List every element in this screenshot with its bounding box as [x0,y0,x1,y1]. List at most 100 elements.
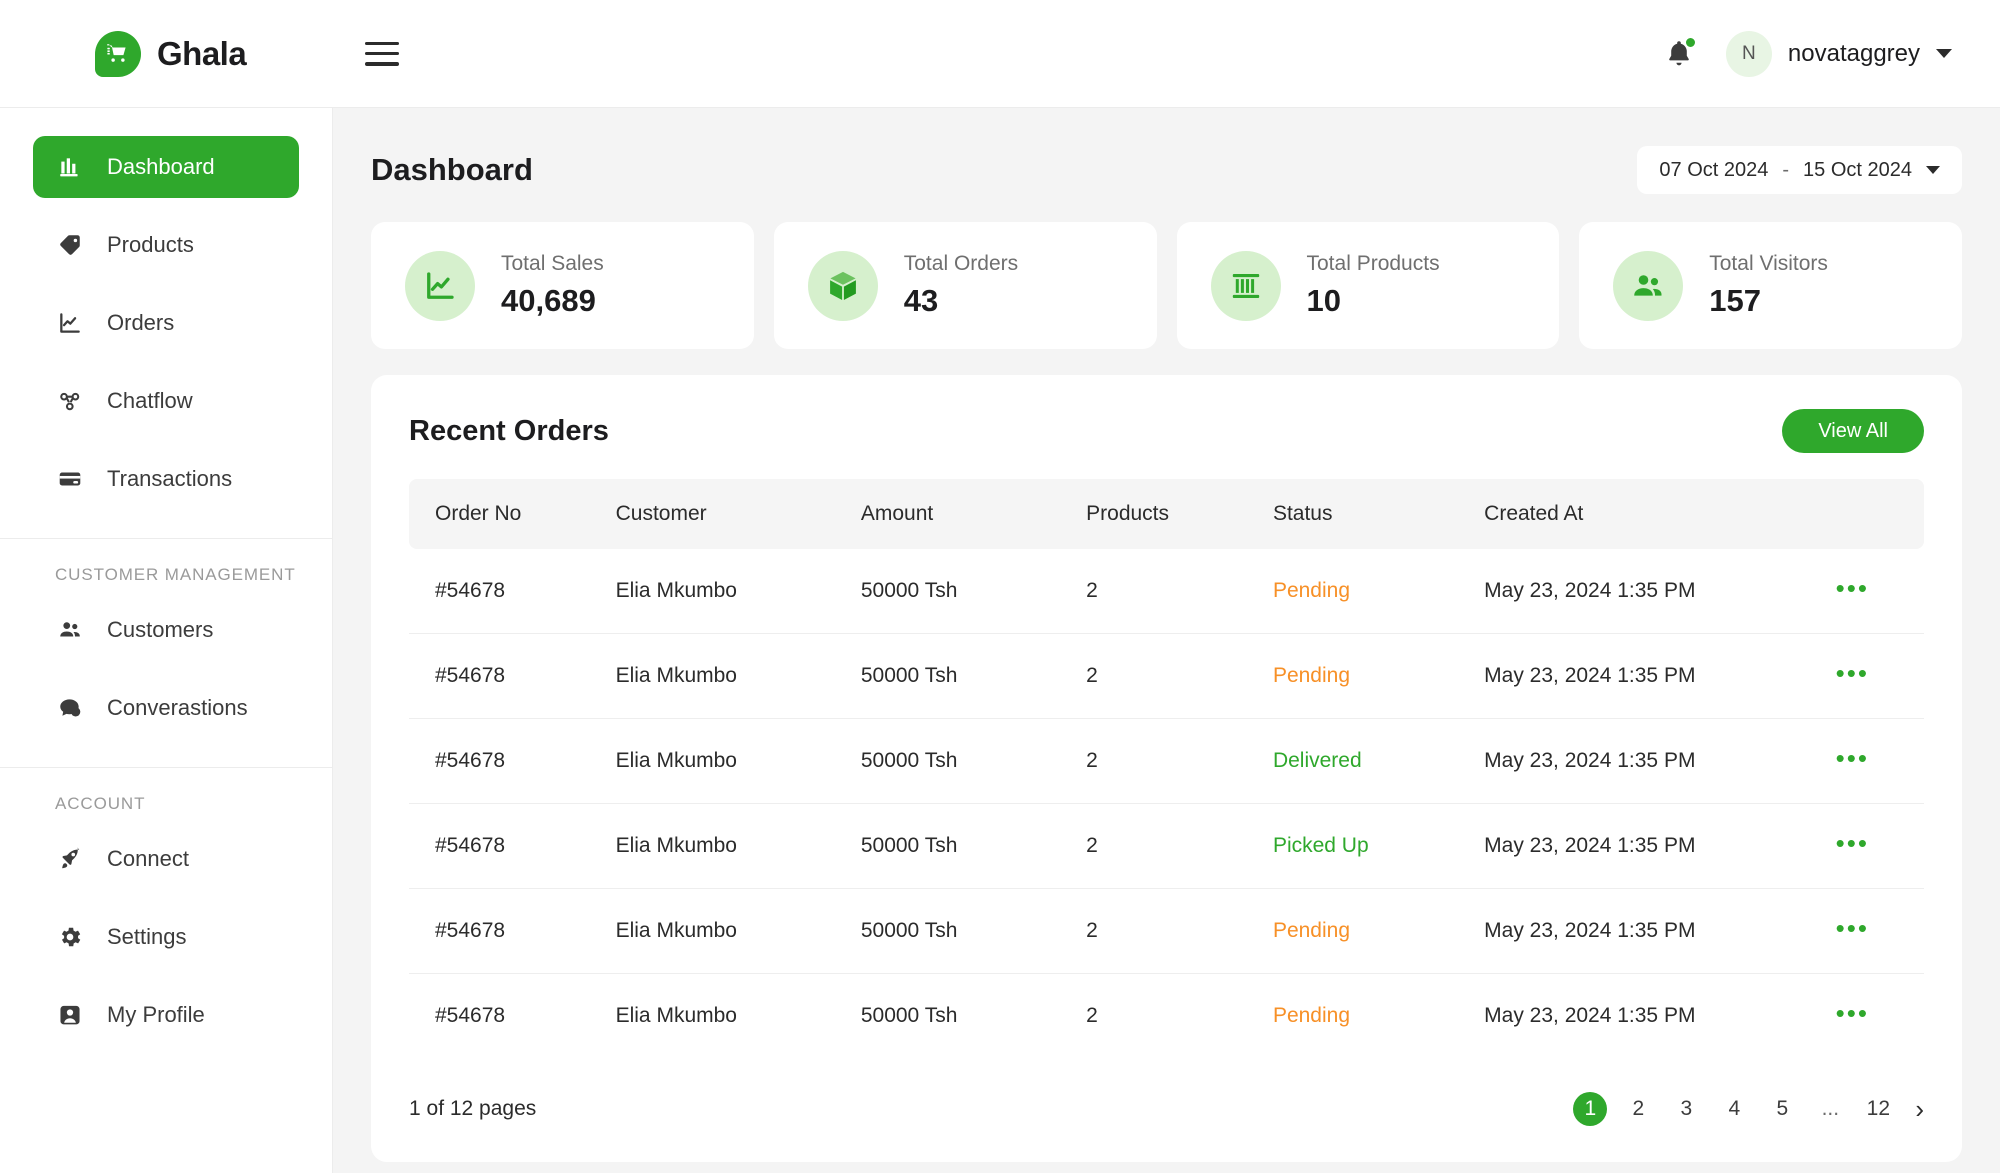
cell-products: 2 [1086,888,1273,974]
cell-order-no: #54678 [409,803,616,889]
sidebar-item-label: Chatflow [107,388,193,413]
page-button-1[interactable]: 1 [1573,1092,1608,1126]
pagination: 1 of 12 pages 1 2 3 4 5 ... 12 › [371,1058,1962,1162]
sidebar-item-products[interactable]: Products [33,214,299,276]
sidebar-item-chatflow[interactable]: Chatflow [33,370,299,432]
sidebar-item-dashboard[interactable]: Dashboard [33,136,299,198]
status-badge: Delivered [1272,718,1485,804]
column-header-created-at[interactable]: Created At [1484,479,1835,549]
page-button-12[interactable]: 12 [1861,1092,1895,1126]
more-options-icon[interactable]: ••• [1836,743,1869,773]
stat-card-total-sales: Total Sales 40,689 [371,222,754,349]
avatar: N [1725,30,1772,77]
stat-card-total-orders: Total Orders 43 [773,222,1157,349]
sidebar: Dashboard Products Orders Chatflow Trans… [0,108,333,1173]
more-options-icon[interactable]: ••• [1836,913,1869,943]
stat-label: Total Orders [903,252,1019,275]
stat-label: Total Products [1306,252,1440,275]
chevron-down-icon[interactable] [1936,49,1952,58]
view-all-button[interactable]: View All [1782,409,1924,453]
user-name: novataggrey [1787,39,1920,67]
column-header-amount[interactable]: Amount [861,479,1086,549]
sidebar-item-customers[interactable]: Customers [33,599,299,661]
people-icon [55,615,85,645]
cell-order-no: #54678 [409,549,616,634]
sidebar-item-transactions[interactable]: Transactions [33,448,299,510]
notification-badge-dot [1683,35,1697,49]
table-row[interactable]: #54678 Elia Mkumbo 50000 Tsh 2 Picked Up… [409,803,1924,889]
sidebar-group-title-customer: CUSTOMER MANAGEMENT [55,565,296,584]
table-header-row: Order No Customer Amount Products Status… [409,479,1924,549]
sidebar-item-my-profile[interactable]: My Profile [33,984,299,1046]
brand-name: Ghala [157,34,247,72]
cell-amount: 50000 Tsh [860,888,1087,974]
sidebar-item-label: Settings [107,924,187,949]
hamburger-menu-icon[interactable] [365,41,399,66]
column-header-customer[interactable]: Customer [616,479,861,549]
status-badge: Pending [1272,633,1485,719]
credit-card-icon [55,464,85,494]
body: Dashboard Products Orders Chatflow Trans… [0,108,2000,1173]
column-header-order-no[interactable]: Order No [409,479,616,549]
bell-icon[interactable] [1662,35,1697,71]
cell-created-at: May 23, 2024 1:35 PM [1484,803,1836,889]
date-range-separator: - [1782,158,1790,181]
flow-nodes-icon [55,386,85,416]
shopping-cart-bubble-icon [95,30,141,77]
cell-customer: Elia Mkumbo [615,718,861,804]
more-options-icon[interactable]: ••• [1836,828,1869,858]
sidebar-item-label: My Profile [107,1002,205,1027]
more-options-icon[interactable]: ••• [1836,658,1869,688]
stat-label: Total Sales [501,252,604,275]
sidebar-item-settings[interactable]: Settings [33,906,299,968]
status-badge: Pending [1272,888,1485,974]
more-options-icon[interactable]: ••• [1836,998,1869,1028]
date-range-picker[interactable]: 07 Oct 2024 - 15 Oct 2024 [1637,146,1962,194]
app-root: Ghala N novataggrey Dashboard Products O… [0,0,2000,1173]
chevron-down-icon[interactable] [1926,166,1940,174]
page-button-5[interactable]: 5 [1765,1092,1799,1126]
table-row[interactable]: #54678 Elia Mkumbo 50000 Tsh 2 Pending M… [409,974,1924,1059]
status-badge: Picked Up [1272,803,1485,889]
table-row[interactable]: #54678 Elia Mkumbo 50000 Tsh 2 Pending M… [409,888,1924,974]
user-menu[interactable]: N novataggrey [1725,30,1952,77]
table-row[interactable]: #54678 Elia Mkumbo 50000 Tsh 2 Pending M… [409,549,1924,634]
cell-products: 2 [1086,549,1273,634]
cell-products: 2 [1086,803,1273,889]
cell-products: 2 [1086,633,1273,719]
page-button-4[interactable]: 4 [1717,1092,1751,1126]
sidebar-item-label: Dashboard [107,154,215,179]
cell-amount: 50000 Tsh [860,549,1087,634]
cell-created-at: May 23, 2024 1:35 PM [1484,549,1836,634]
column-header-actions [1836,479,1924,549]
page-title: Dashboard [371,152,533,187]
cell-customer: Elia Mkumbo [615,549,861,634]
barcode-icon [1210,250,1281,321]
recent-orders-title: Recent Orders [409,414,609,447]
cell-created-at: May 23, 2024 1:35 PM [1484,1004,1696,1027]
page-button-2[interactable]: 2 [1621,1092,1655,1126]
table-row[interactable]: #54678 Elia Mkumbo 50000 Tsh 2 Pending M… [409,633,1924,719]
stat-label: Total Visitors [1709,252,1828,275]
column-header-products[interactable]: Products [1086,479,1273,549]
cell-order-no: #54678 [409,888,616,974]
sidebar-item-orders[interactable]: Orders [33,292,299,354]
cell-amount: 50000 Tsh [860,633,1087,719]
brand-logo[interactable]: Ghala [0,30,333,77]
more-options-icon[interactable]: ••• [1836,573,1869,603]
chevron-right-icon[interactable]: › [1909,1094,1924,1125]
date-range-start: 07 Oct 2024 [1659,158,1769,181]
stat-card-total-products: Total Products 10 [1176,222,1560,349]
cell-created-at: May 23, 2024 1:35 PM [1484,718,1836,804]
sidebar-item-conversations[interactable]: Converastions [33,677,299,739]
cell-order-no: #54678 [409,633,616,719]
cell-created-at: May 23, 2024 1:35 PM [1484,888,1836,974]
table-row[interactable]: #54678 Elia Mkumbo 50000 Tsh 2 Delivered… [409,718,1924,804]
page-button-3[interactable]: 3 [1669,1092,1703,1126]
sidebar-group-title-account: ACCOUNT [55,794,146,813]
column-header-status[interactable]: Status [1273,479,1484,549]
sidebar-item-connect[interactable]: Connect [33,828,299,890]
cell-amount: 50000 Tsh [860,718,1087,804]
tag-icon [55,230,85,260]
pagination-pages: 1 2 3 4 5 ... 12 › [1573,1092,1924,1126]
